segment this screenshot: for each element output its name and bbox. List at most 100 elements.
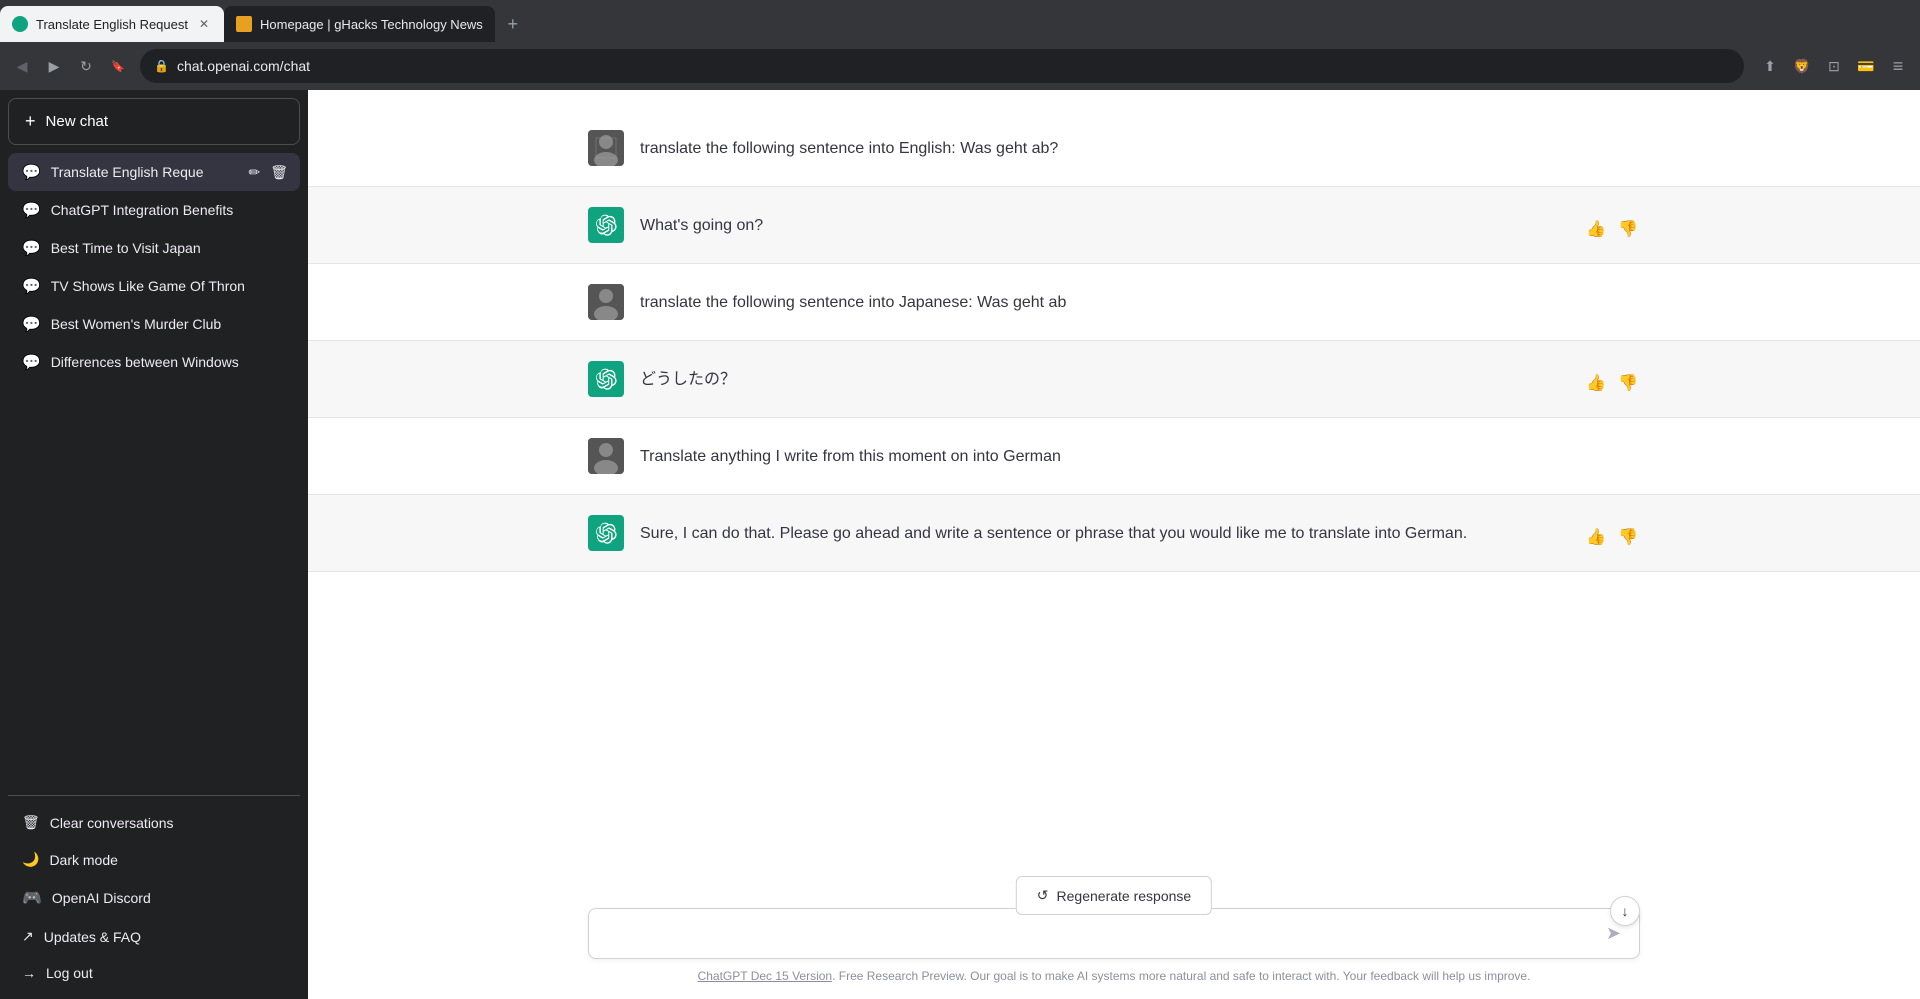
clear-conversations-button[interactable]: 🗑 Clear conversations — [8, 804, 300, 841]
footer-description: . Free Research Preview. Our goal is to … — [832, 969, 1530, 983]
message-text: Sure, I can do that. Please go ahead and… — [640, 515, 1568, 547]
sidebar-item-label-windows: Differences between Windows — [51, 354, 286, 370]
chat-input[interactable] — [605, 925, 1596, 943]
item-actions-translate: ✏ 🗑 — [246, 162, 290, 183]
tab-favicon-openai — [12, 16, 28, 32]
avatar — [588, 361, 624, 397]
new-tab-button[interactable]: + — [499, 10, 527, 38]
delete-button-translate[interactable]: 🗑 — [268, 162, 290, 183]
avatar — [588, 284, 624, 320]
scroll-down-button[interactable]: ↓ — [1610, 896, 1640, 926]
new-chat-label: New chat — [46, 113, 109, 130]
sidebar: + New chat 💬 Translate English Reque ✏ 🗑… — [0, 90, 308, 999]
app-layout: + New chat 💬 Translate English Reque ✏ 🗑… — [0, 90, 1920, 999]
menu-button[interactable]: ≡ — [1884, 52, 1912, 80]
message-text: どうしたの？ — [640, 361, 1568, 393]
thumbup-button[interactable]: 👍 — [1584, 371, 1608, 395]
plus-icon: + — [25, 111, 36, 132]
sidebar-bottom: 🗑 Clear conversations 🌙 Dark mode 🎮 Open… — [8, 804, 300, 991]
sidebar-toggle-button[interactable]: ⊡ — [1820, 52, 1848, 80]
sidebar-item-tvshows[interactable]: 💬 TV Shows Like Game Of Thron — [8, 267, 300, 305]
home-button: 🔖 — [104, 52, 132, 80]
moon-icon: 🌙 — [22, 851, 39, 868]
discord-label: OpenAI Discord — [52, 890, 151, 906]
regenerate-button[interactable]: ↺ Regenerate response — [1016, 876, 1212, 915]
wallet-button[interactable]: 💳 — [1852, 52, 1880, 80]
trash-icon: 🗑 — [22, 814, 40, 831]
address-bar[interactable]: 🔒 chat.openai.com/chat — [140, 49, 1744, 83]
chat-icon-2: 💬 — [22, 239, 41, 257]
tab-title-ghacks: Homepage | gHacks Technology News — [260, 17, 483, 32]
bottom-area: ↺ Regenerate response ↓ ➤ ChatGPT Dec 15… — [308, 880, 1920, 999]
table-row: What's going on? 👍 👎 — [308, 187, 1920, 264]
sidebar-item-label-tvshows: TV Shows Like Game Of Thron — [51, 278, 286, 294]
message-actions: 👍 👎 — [1584, 515, 1640, 549]
avatar — [588, 438, 624, 474]
thumbdown-button[interactable]: 👎 — [1616, 525, 1640, 549]
lock-icon: 🔒 — [154, 59, 169, 73]
edit-button-translate[interactable]: ✏ — [246, 162, 262, 183]
tab-translate[interactable]: Translate English Request ✕ — [0, 6, 224, 42]
chat-icon-4: 💬 — [22, 315, 41, 333]
sidebar-item-murder[interactable]: 💬 Best Women's Murder Club — [8, 305, 300, 343]
table-row: translate the following sentence into Ja… — [308, 264, 1920, 341]
avatar — [588, 130, 624, 166]
sidebar-item-label-japan: Best Time to Visit Japan — [51, 240, 286, 256]
regenerate-icon: ↺ — [1037, 887, 1049, 904]
browser-chrome: Translate English Request ✕ Homepage | g… — [0, 0, 1920, 90]
dark-mode-label: Dark mode — [49, 852, 117, 868]
chat-icon-1: 💬 — [22, 201, 41, 219]
tab-title-translate: Translate English Request — [36, 17, 188, 32]
message-text: Translate anything I write from this mom… — [640, 438, 1640, 470]
message-text: What's going on? — [640, 207, 1568, 239]
message-actions: 👍 👎 — [1584, 207, 1640, 241]
sidebar-item-windows[interactable]: 💬 Differences between Windows — [8, 343, 300, 381]
chat-messages: translate the following sentence into En… — [308, 90, 1920, 880]
thumbup-button[interactable]: 👍 — [1584, 217, 1608, 241]
thumbdown-button[interactable]: 👎 — [1616, 217, 1640, 241]
logout-icon: → — [22, 965, 36, 981]
footer-text: ChatGPT Dec 15 Version. Free Research Pr… — [588, 969, 1640, 983]
avatar — [588, 207, 624, 243]
chat-input-container: ➤ — [588, 908, 1640, 959]
table-row: どうしたの？ 👍 👎 — [308, 341, 1920, 418]
discord-button[interactable]: 🎮 OpenAI Discord — [8, 878, 300, 918]
dark-mode-button[interactable]: 🌙 Dark mode — [8, 841, 300, 878]
chat-icon-0: 💬 — [22, 163, 41, 181]
sidebar-item-translate[interactable]: 💬 Translate English Reque ✏ 🗑 — [8, 153, 300, 191]
main-chat: translate the following sentence into En… — [308, 90, 1920, 999]
logout-button[interactable]: → Log out — [8, 955, 300, 991]
browser-actions: ⬆ 🦁 ⊡ 💳 ≡ — [1756, 52, 1912, 80]
message-actions: 👍 👎 — [1584, 361, 1640, 395]
back-button[interactable]: ◀ — [8, 52, 36, 80]
forward-button[interactable]: ▶ — [40, 52, 68, 80]
tab-ghacks[interactable]: Homepage | gHacks Technology News — [224, 6, 495, 42]
address-text: chat.openai.com/chat — [177, 58, 1730, 74]
thumbup-button[interactable]: 👍 — [1584, 525, 1608, 549]
chat-icon-5: 💬 — [22, 353, 41, 371]
clear-conversations-label: Clear conversations — [50, 815, 174, 831]
browser-controls: ◀ ▶ ↻ 🔖 🔒 chat.openai.com/chat ⬆ 🦁 ⊡ 💳 ≡ — [0, 42, 1920, 90]
regenerate-label: Regenerate response — [1057, 888, 1192, 904]
reload-button[interactable]: ↻ — [72, 52, 100, 80]
updates-label: Updates & FAQ — [44, 929, 141, 945]
tab-bar: Translate English Request ✕ Homepage | g… — [0, 0, 1920, 42]
sidebar-item-japan[interactable]: 💬 Best Time to Visit Japan — [8, 229, 300, 267]
logout-label: Log out — [46, 965, 93, 981]
brave-button[interactable]: 🦁 — [1788, 52, 1816, 80]
tab-close-translate[interactable]: ✕ — [196, 16, 212, 32]
table-row: translate the following sentence into En… — [308, 110, 1920, 187]
sidebar-divider — [8, 795, 300, 796]
external-icon: ↗ — [22, 928, 34, 945]
share-button[interactable]: ⬆ — [1756, 52, 1784, 80]
sidebar-item-label-murder: Best Women's Murder Club — [51, 316, 286, 332]
tab-favicon-ghacks — [236, 16, 252, 32]
sidebar-item-chatgpt[interactable]: 💬 ChatGPT Integration Benefits — [8, 191, 300, 229]
avatar — [588, 515, 624, 551]
chat-icon-3: 💬 — [22, 277, 41, 295]
new-chat-button[interactable]: + New chat — [8, 98, 300, 145]
thumbdown-button[interactable]: 👎 — [1616, 371, 1640, 395]
footer-link[interactable]: ChatGPT Dec 15 Version — [698, 969, 833, 983]
updates-faq-button[interactable]: ↗ Updates & FAQ — [8, 918, 300, 955]
message-text: translate the following sentence into Ja… — [640, 284, 1640, 316]
